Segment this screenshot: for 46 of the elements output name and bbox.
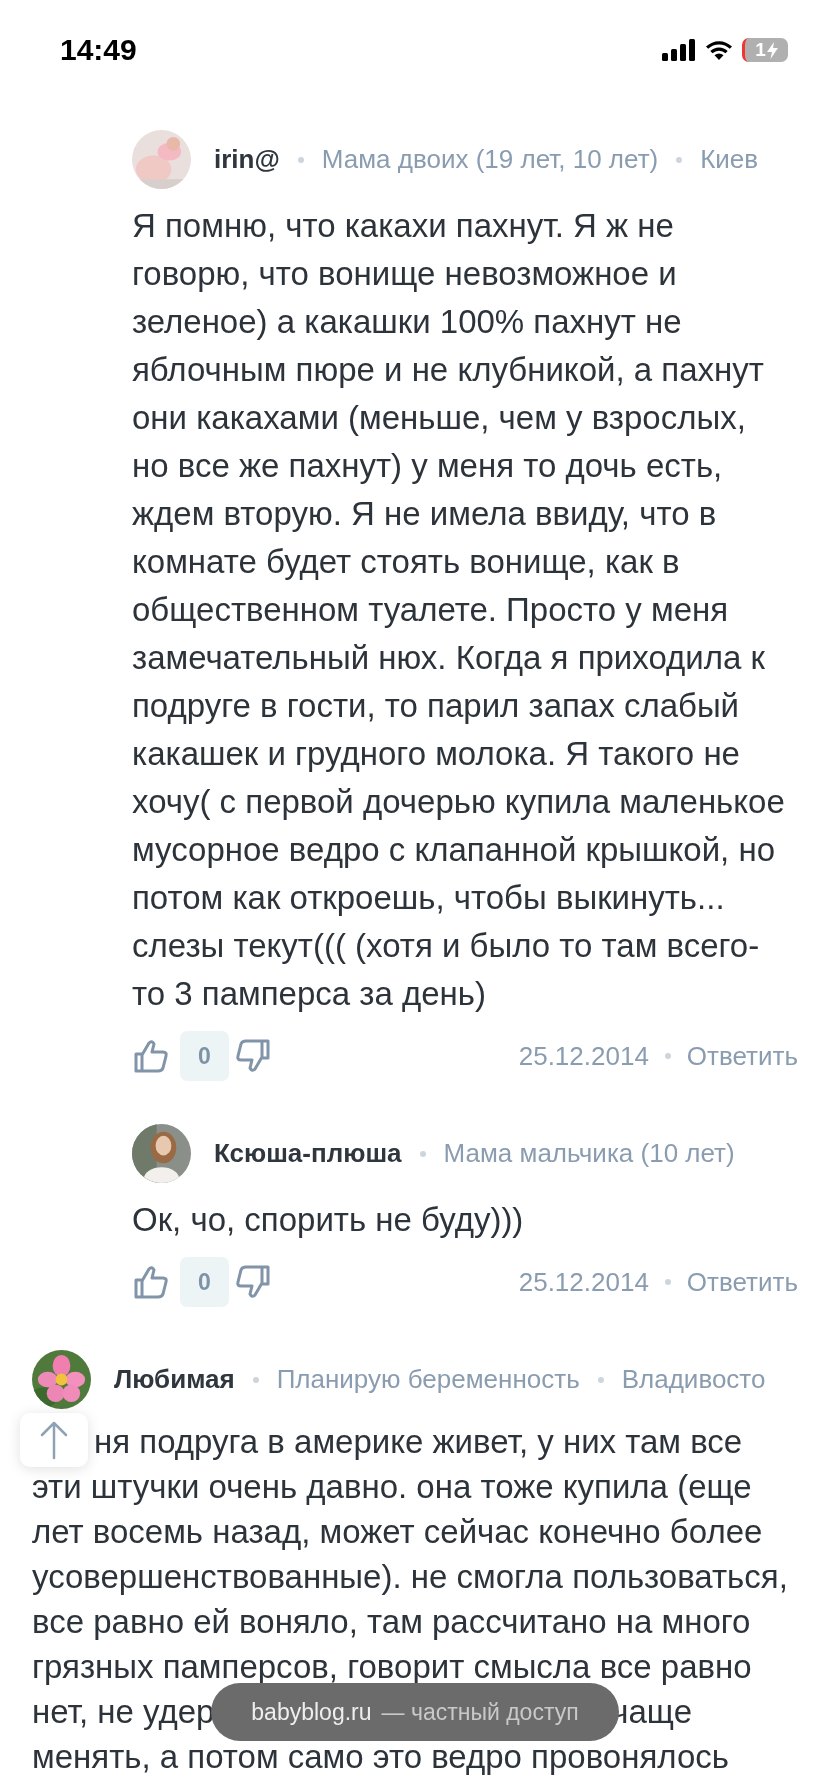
separator-dot: [597, 1376, 604, 1383]
author-info: Мама двоих (19 лет, 10 лет): [321, 144, 659, 175]
thumbs-up-icon: [132, 1037, 170, 1075]
comment-date: 25.12.2014: [518, 1040, 649, 1072]
author-info: Мама мальчика (10 лет): [443, 1138, 735, 1169]
bolt-icon: [766, 41, 778, 59]
author-name[interactable]: irin@: [214, 144, 280, 175]
separator-dot: [676, 156, 683, 163]
like-button[interactable]: [132, 1037, 170, 1075]
comment-text-line: эти штучки очень давно. она тоже купила (еще: [32, 1468, 752, 1505]
thumbs-down-icon: [234, 1037, 272, 1075]
arrow-up-icon: [39, 1420, 69, 1460]
scroll-to-top-button[interactable]: [20, 1413, 88, 1467]
rating-count: 0: [180, 1031, 229, 1081]
author-info: Киев: [700, 144, 759, 175]
comment-text: Ок, чо, спорить не буду))): [132, 1200, 525, 1240]
thumbs-up-icon: [132, 1263, 170, 1301]
like-button[interactable]: [132, 1263, 170, 1301]
rating-count: 0: [180, 1257, 229, 1307]
separator-dot: [297, 156, 304, 163]
comment-text-line: ня подруга в америке живет, у них там все: [94, 1423, 743, 1460]
wifi-icon: [704, 39, 734, 61]
author-name[interactable]: Любимая: [114, 1364, 235, 1395]
comment-text-line: все равно ей воняло, там рассчитано на много: [32, 1603, 751, 1640]
status-time: 14:49: [60, 33, 137, 67]
separator-dot: [252, 1376, 259, 1383]
separator-dot: [664, 1279, 671, 1285]
thumbs-down-icon: [234, 1263, 272, 1301]
dislike-button[interactable]: [234, 1263, 272, 1301]
access-note: — частный доступ: [381, 1700, 579, 1724]
signal-icon: [662, 39, 696, 61]
comment-text-line: лет восемь назад, может сейчас конечно более: [32, 1513, 763, 1550]
site-domain: babyblog.ru: [251, 1700, 372, 1724]
separator-dot: [664, 1053, 671, 1059]
battery-indicator: 1: [742, 38, 788, 62]
author-info: Владивосто: [621, 1364, 766, 1395]
comment-date: 25.12.2014: [518, 1266, 649, 1298]
comment-text-line: грязных памперсов, говорит смысла все равно: [32, 1648, 752, 1685]
author-info: Планирую беременность: [276, 1364, 580, 1395]
comment-text: Я помню, что какахи пахнут. Я ж не говорю, что вонище невозможное и зеленое) а какашки 100% пахнут не яблочным пюре и не клубникой, а пахнут они какахами (меньше, чем у взрослых, но все же пахнут) у меня то дочь есть, ждем вторую. Я не имела ввиду, что в комнате будет стоять вонище, как в общественном туалете. Просто у меня замечательный нюх. Когда я приходила к подруге в гости, то парил запах слабый какашек и грудного молока. Я такого не хочу( с первой дочерью купила маленькое мусорное ведро с клапанной крышкой, но потом как откроешь, чтобы выкинуть... слезы текут((( (хотя и было то там всего-то 3 памперса за день): [132, 206, 786, 1014]
comment-text-line: нет, не удер: [32, 1692, 215, 1732]
separator-dot: [419, 1150, 426, 1157]
author-name[interactable]: Ксюша-плюша: [214, 1138, 402, 1169]
dislike-button[interactable]: [234, 1037, 272, 1075]
comment-text-line: менять, а потом само это ведро провонялось: [32, 1738, 729, 1775]
comment-text-line: усовершенствованные). не смогла пользоваться,: [32, 1558, 788, 1595]
